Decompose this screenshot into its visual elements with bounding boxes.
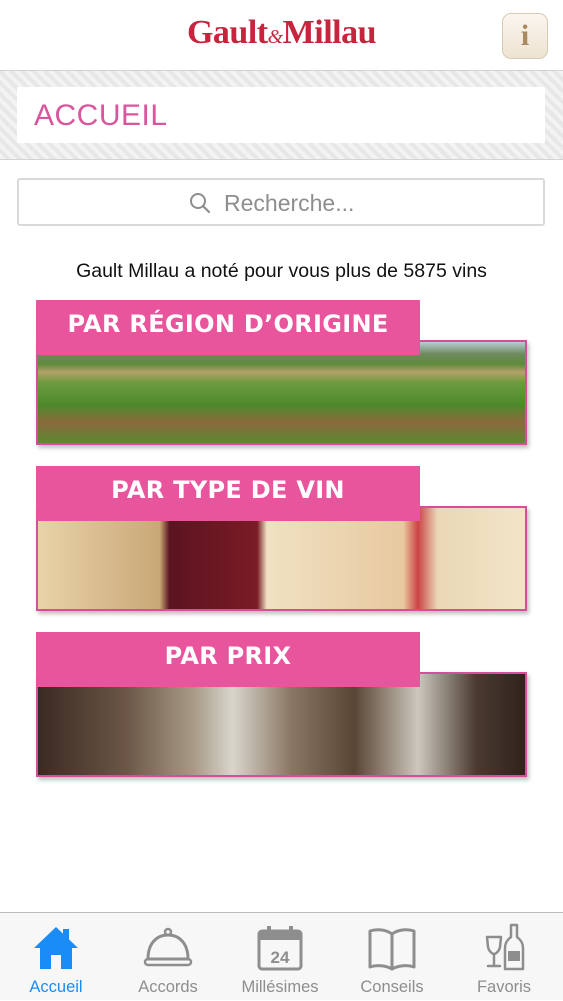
card-label-banner: PAR TYPE DE VIN [36,466,420,521]
tab-label: Favoris [476,978,532,996]
card-par-prix[interactable]: PAR PRIX [36,632,527,777]
cloche-icon [143,927,193,967]
info-icon: i [520,19,530,52]
card-label: PAR PRIX [164,642,292,670]
gault-millau-logo: Gault&Millau [186,14,377,51]
card-label: PAR TYPE DE VIN [111,476,345,504]
card-par-type[interactable]: PAR TYPE DE VIN [36,466,527,611]
tab-bar: Accueil Accords 24 Millésimes Conseils F… [0,912,563,1000]
vineyard-photo [36,340,527,445]
tab-accueil[interactable]: Accueil [0,913,112,1001]
page-title: ACCUEIL [34,99,168,132]
book-icon [368,928,416,971]
page-header: ACCUEIL [0,70,563,160]
home-icon [34,927,78,969]
tab-conseils[interactable]: Conseils [336,913,448,1001]
calendar-icon: 24 [257,926,303,971]
tab-label: Conseils [360,978,424,996]
calendar-day: 24 [271,948,290,967]
search-placeholder: Recherche... [224,190,355,216]
wine-glasses-photo [36,506,527,611]
card-label-banner: PAR PRIX [36,632,420,687]
wine-bottle-glass-icon [485,923,525,971]
top-bar: Gault&Millau i [0,0,563,70]
search-icon [190,193,211,214]
tab-millesimes[interactable]: 24 Millésimes [224,913,336,1001]
tab-label: Accords [138,978,198,996]
header-panel: ACCUEIL [17,87,545,143]
card-label: PAR RÉGION D’ORIGINE [67,310,389,338]
card-label-banner: PAR RÉGION D’ORIGINE [36,300,420,355]
card-par-region[interactable]: PAR RÉGION D’ORIGINE [36,300,527,445]
search-field[interactable]: Recherche... [17,178,545,226]
tab-favoris[interactable]: Favoris [448,913,560,1001]
tab-accords[interactable]: Accords [112,913,224,1001]
tab-label: Millésimes [241,978,319,996]
table-glasses-photo [36,672,527,777]
intro-text: Gault Millau a noté pour vous plus de 58… [76,260,487,282]
info-button[interactable]: i [502,13,548,59]
tab-label: Accueil [29,978,83,996]
